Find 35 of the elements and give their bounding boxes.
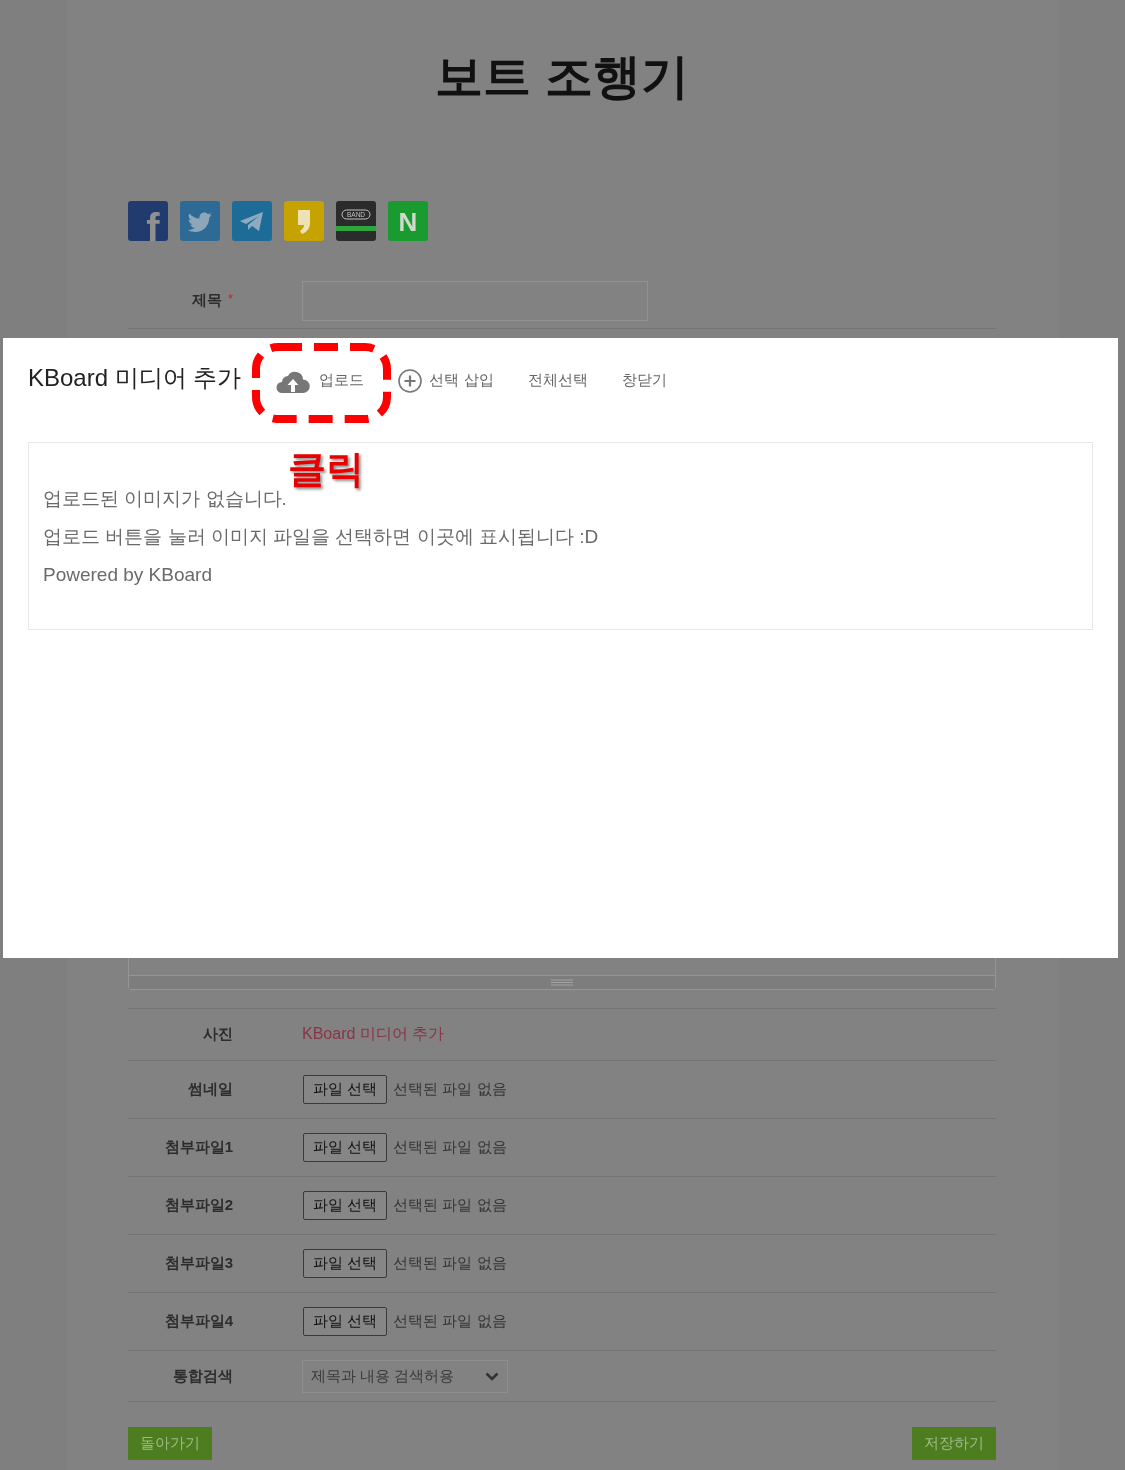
- field-label: 제목: [191, 291, 222, 310]
- paper-plane-icon[interactable]: [232, 201, 272, 241]
- file-status-text: 선택된 파일 없음: [393, 1138, 507, 1157]
- insert-selected-button[interactable]: 선택 삽입: [398, 365, 494, 396]
- file-status-text: 선택된 파일 없음: [393, 1254, 507, 1273]
- file-status-text: 선택된 파일 없음: [393, 1196, 507, 1215]
- bird-icon[interactable]: [180, 201, 220, 241]
- field-label: 첨부파일1: [164, 1138, 233, 1157]
- choose-file-button[interactable]: 파일 선택: [303, 1191, 388, 1220]
- required-mark: *: [227, 291, 233, 306]
- choose-file-button[interactable]: 파일 선택: [303, 1307, 388, 1336]
- empty-notice-text: 업로드된 이미지가 없습니다.: [43, 487, 288, 511]
- resize-grip-icon[interactable]: [551, 979, 573, 986]
- file-status-text: 선택된 파일 없음: [393, 1080, 507, 1099]
- search-option-select[interactable]: 제목과 내용 검색허용: [302, 1359, 508, 1393]
- comma-icon[interactable]: [284, 201, 324, 241]
- choose-file-button[interactable]: 파일 선택: [303, 1133, 388, 1162]
- dialog-title: KBoard 미디어 추가: [28, 363, 242, 393]
- plus-circle-icon: [398, 368, 423, 393]
- close-button[interactable]: 창닫기: [621, 365, 667, 396]
- select-all-button[interactable]: 전체선택: [527, 365, 588, 396]
- choose-file-button[interactable]: 파일 선택: [303, 1249, 388, 1278]
- field-label: 첨부파일2: [164, 1196, 233, 1215]
- click-callout-text: 클릭: [288, 450, 364, 488]
- field-label: 썸네일: [188, 1080, 233, 1099]
- field-label: 첨부파일4: [164, 1312, 233, 1331]
- file-status-text: 선택된 파일 없음: [393, 1312, 507, 1331]
- page-title: 보트 조행기: [434, 49, 690, 105]
- upload-hint-text: 업로드 버튼을 눌러 이미지 파일을 선택하면 이곳에 표시됩니다 :D: [43, 525, 600, 549]
- choose-file-button[interactable]: 파일 선택: [303, 1075, 388, 1104]
- field-label: 사진: [203, 1025, 233, 1044]
- field-label: 첨부파일3: [164, 1254, 233, 1273]
- chevron-down-icon: [485, 1371, 499, 1381]
- powered-by-text: Powered by KBoard: [43, 563, 213, 587]
- field-label: 통합검색: [173, 1366, 233, 1386]
